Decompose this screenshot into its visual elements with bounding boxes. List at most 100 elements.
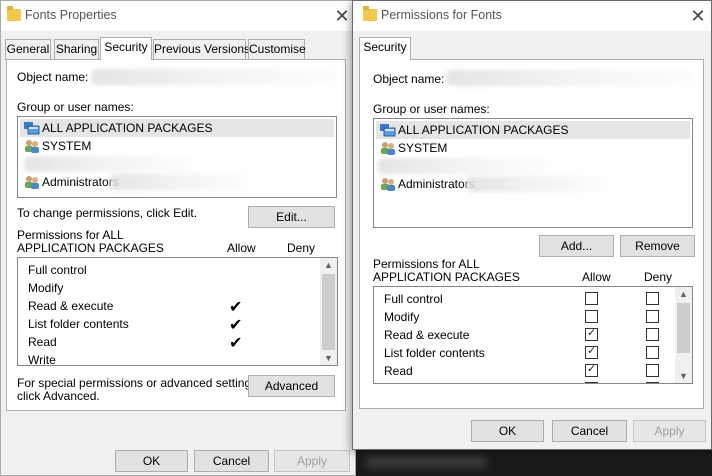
perm-row-read-execute: Read & execute [28,299,114,313]
scroll-up-arrow[interactable]: ▲ [320,258,337,272]
list-item[interactable]: ALL APPLICATION PACKAGES [20,119,334,137]
perm-row-write: Write [28,353,56,366]
user-name: ALL APPLICATION PACKAGES [398,123,569,137]
blurred-user [24,156,194,172]
advanced-button[interactable]: Advanced [248,375,335,397]
allow-tick-read-execute: ✔ [229,299,243,316]
allow-checkbox-read-execute[interactable]: ✓ [585,327,598,341]
list-item[interactable] [20,155,334,173]
allow-checkbox-list-folder[interactable]: ✓ [585,345,598,359]
users-icon [25,176,39,189]
user-name: Administrators [42,175,119,189]
blurred-admin-suffix [466,176,606,192]
deny-checkbox-full-control[interactable] [646,292,659,305]
perm-row-list-folder: List folder contents [28,317,129,331]
special-permissions-text-2: click Advanced. [17,389,100,403]
allow-checkbox-partial[interactable] [585,382,598,383]
allow-header: Allow [227,241,256,255]
perm-row-full-control: Full control [384,292,443,306]
scroll-thumb[interactable] [677,303,690,353]
cancel-button[interactable]: Cancel [194,450,269,472]
add-button[interactable]: Add... [539,235,614,257]
permissions-scrollbar[interactable]: ▲ ▼ [320,258,337,365]
security-panel: Object name: Group or user names: ALL AP… [359,59,704,409]
deny-header: Deny [287,241,316,255]
ok-button[interactable]: OK [471,420,544,442]
deny-checkbox-read[interactable] [646,364,659,377]
users-icon [381,178,395,191]
permissions-for-label-1: Permissions for ALL [17,228,124,242]
close-button[interactable]: ✕ [331,5,353,27]
tab-previous-versions[interactable]: Previous Versions [153,39,250,60]
cancel-button[interactable]: Cancel [552,420,627,442]
tab-sharing[interactable]: Sharing [54,39,99,60]
user-list[interactable]: ALL APPLICATION PACKAGES SYSTEM Administ… [17,116,337,198]
background-taskbar-area [356,450,712,476]
folder-icon [7,6,21,21]
scroll-up-arrow[interactable]: ▲ [675,287,692,301]
security-panel: Object name: Group or user names: ALL AP… [6,59,346,411]
edit-button[interactable]: Edit... [248,206,335,228]
list-item[interactable]: SYSTEM [20,137,334,155]
apply-button[interactable]: Apply [633,420,706,442]
deny-checkbox-read-execute[interactable] [646,328,659,341]
allow-header: Allow [582,270,611,284]
permissions-for-label-1: Permissions for ALL [373,257,480,271]
tab-security[interactable]: Security [100,37,152,60]
perm-row-list-folder: List folder contents [384,346,485,360]
perm-row-full-control: Full control [28,263,87,277]
list-item[interactable] [376,157,690,175]
group-label: Group or user names: [17,100,134,114]
perm-row-read: Read [28,335,57,349]
app-packages-icon [24,122,40,135]
ok-button[interactable]: OK [115,450,188,472]
apply-button[interactable]: Apply [274,450,350,472]
list-item[interactable]: SYSTEM [376,139,690,157]
blurred-user [378,158,548,174]
window-title: Fonts Properties [25,8,117,22]
list-item[interactable]: Administrators [20,173,334,191]
blurred-admin-suffix [110,174,250,190]
object-name-label: Object name: [373,72,445,86]
permissions-for-label-2: APPLICATION PACKAGES [17,241,164,255]
deny-checkbox-list-folder[interactable] [646,346,659,359]
title-bar: Fonts Properties ✕ [1,1,355,31]
scroll-down-arrow[interactable]: ▼ [320,351,337,365]
user-name: SYSTEM [42,139,92,153]
window-title: Permissions for Fonts [381,8,502,22]
folder-icon [363,6,377,21]
change-permissions-text: To change permissions, click Edit. [17,206,198,220]
allow-tick-read: ✔ [229,335,243,352]
tab-security[interactable]: Security [359,37,411,60]
tab-general[interactable]: General [5,39,51,60]
deny-checkbox-modify[interactable] [646,310,659,323]
allow-checkbox-modify[interactable] [585,310,598,323]
list-item[interactable]: Administrators [376,175,690,193]
remove-button[interactable]: Remove [620,235,695,257]
scroll-down-arrow[interactable]: ▼ [675,369,692,383]
users-icon [381,142,395,155]
allow-checkbox-read[interactable]: ✓ [585,363,598,377]
special-permissions-text-1: For special permissions or advanced sett… [17,376,261,390]
list-item[interactable]: ALL APPLICATION PACKAGES [376,121,690,139]
deny-header: Deny [644,270,673,284]
permissions-window: Permissions for Fonts ✕ Security Object … [352,0,712,450]
deny-checkbox-partial[interactable] [646,382,659,383]
group-label: Group or user names: [373,102,490,116]
permissions-list: Full control Modify Read & execute List … [373,286,693,384]
allow-checkbox-full-control[interactable] [585,292,598,305]
object-name-value [446,70,696,86]
permissions-for-label-2: APPLICATION PACKAGES [373,270,520,284]
tab-customise[interactable]: Customise [248,39,306,60]
app-packages-icon [380,124,396,137]
user-name: SYSTEM [398,141,448,155]
scroll-thumb[interactable] [322,274,335,350]
close-button[interactable]: ✕ [687,5,709,27]
title-bar: Permissions for Fonts ✕ [353,1,711,31]
object-name-value [91,69,339,85]
user-list[interactable]: ALL APPLICATION PACKAGES SYSTEM Administ… [373,118,693,228]
user-name: ALL APPLICATION PACKAGES [42,121,213,135]
permissions-scrollbar[interactable]: ▲ ▼ [675,287,692,383]
object-name-label: Object name: [17,70,89,84]
allow-tick-list-folder: ✔ [229,317,243,334]
